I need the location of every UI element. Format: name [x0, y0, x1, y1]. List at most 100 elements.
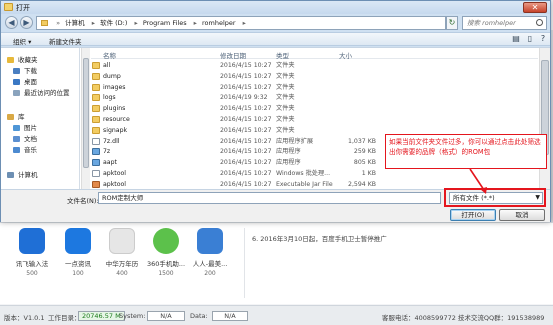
app-tile[interactable]: 讯飞输入法 500: [12, 228, 52, 277]
nav-item-pictures[interactable]: 图片: [13, 122, 37, 132]
file-date: 2016/4/15 10:27: [220, 137, 272, 145]
file-date: 2016/4/15 10:27: [220, 83, 272, 91]
status-bar: 版本：V1.0.1 工作目录： 20746.57 M System: N/A D…: [0, 305, 553, 325]
file-type: Windows 批处理...: [276, 170, 331, 177]
workspace-value: 20746.57 M: [78, 311, 125, 321]
file-name: resource: [103, 116, 130, 123]
file-row[interactable]: resource 2016/4/15 10:27 文件夹: [91, 114, 538, 125]
version-label: 版本：V1.0.1: [4, 314, 45, 322]
scroll-thumb[interactable]: [83, 58, 89, 168]
recent-places-icon: [13, 90, 20, 96]
file-name: signapk: [103, 126, 128, 134]
open-button[interactable]: 打开(O): [450, 209, 496, 221]
nav-item-desktop[interactable]: 桌面: [13, 76, 37, 86]
app-icon: [65, 228, 91, 254]
folder-icon: [41, 20, 48, 26]
help-icon[interactable]: ?: [536, 34, 550, 45]
column-header: 名称 修改日期 类型 大小: [91, 48, 538, 60]
file-date: 2016/4/15 10:27: [220, 116, 272, 123]
organize-menu[interactable]: 组织 ▾: [13, 36, 31, 46]
column-name[interactable]: 名称: [103, 50, 116, 60]
nav-scrollbar[interactable]: [81, 48, 90, 190]
app-name: 一点资讯: [65, 260, 91, 268]
file-row[interactable]: all 2016/4/15 10:27 文件夹: [91, 60, 538, 71]
new-folder-button[interactable]: 新建文件夹: [49, 36, 82, 46]
search-input[interactable]: 搜索 romhelper: [462, 16, 547, 30]
file-type: 文件夹: [276, 105, 295, 113]
star-icon: [7, 57, 14, 63]
chevron-right-icon: »: [56, 19, 61, 27]
dialog-titlebar[interactable]: 打开 ✕: [1, 1, 550, 14]
forward-button[interactable]: ▶: [20, 16, 33, 29]
nav-item-computer[interactable]: 计算机: [7, 169, 38, 179]
address-bar-row: ◀ ▶ » 计算机 ▸ 软件 (D:) ▸ Program Files ▸ ro…: [1, 14, 550, 32]
pictures-icon: [13, 125, 20, 131]
close-button[interactable]: ✕: [523, 2, 547, 13]
file-name: aapt: [103, 159, 117, 167]
breadcrumb-romhelper[interactable]: romhelper: [202, 19, 236, 27]
file-icon: [92, 137, 100, 145]
cancel-button[interactable]: 取消: [499, 209, 545, 221]
app-tile[interactable]: 人人-最美... 200: [190, 228, 230, 277]
back-button[interactable]: ◀: [5, 16, 18, 29]
nav-item-documents[interactable]: 文档: [13, 133, 37, 143]
column-size[interactable]: 大小: [339, 50, 352, 60]
notice-text: 6. 2016年3月10日起，百度手机卫士暂停推广: [252, 235, 387, 243]
breadcrumb-program-files[interactable]: Program Files: [143, 19, 187, 27]
file-row[interactable]: logs 2016/4/19 9:32 文件夹: [91, 92, 538, 103]
app-icon: [19, 228, 45, 254]
system-label: System:: [119, 312, 146, 320]
file-date: 2016/4/15 10:27: [220, 105, 272, 113]
nav-item-music[interactable]: 音乐: [13, 144, 37, 154]
contact-info: 客服电话：4008599772 技术交流QQ群：191538989: [382, 314, 545, 322]
address-bar[interactable]: » 计算机 ▸ 软件 (D:) ▸ Program Files ▸ romhel…: [36, 16, 446, 30]
refresh-icon: ↻: [448, 18, 456, 27]
nav-item-favorites[interactable]: 收藏夹: [7, 54, 38, 64]
file-type: 应用程序: [276, 148, 301, 156]
file-row[interactable]: plugins 2016/4/15 10:27 文件夹: [91, 103, 538, 114]
folder-icon: [92, 94, 100, 102]
file-size: 1 KB: [361, 170, 376, 177]
app-tile[interactable]: 中华万年历 400: [102, 228, 142, 277]
breadcrumb-drive[interactable]: 软件 (D:): [100, 19, 127, 27]
nav-item-libraries[interactable]: 库: [7, 111, 25, 121]
file-type: 应用程序扩展: [276, 137, 314, 145]
file-size: 259 KB: [353, 148, 376, 156]
application-icon: [92, 148, 100, 156]
arrow-right-icon: ▶: [23, 18, 30, 27]
file-name: images: [103, 83, 126, 91]
file-date: 2016/4/15 10:27: [220, 126, 272, 134]
breadcrumb-computer[interactable]: 计算机: [65, 19, 85, 27]
refresh-button[interactable]: ↻: [446, 16, 458, 30]
chevron-right-icon: ▸: [242, 19, 246, 27]
file-row[interactable]: images 2016/4/15 10:27 文件夹: [91, 82, 538, 93]
divider: [244, 228, 245, 298]
file-name: plugins: [103, 105, 126, 113]
nav-item-downloads[interactable]: 下载: [13, 65, 37, 75]
system-value: N/A: [147, 311, 185, 321]
file-name: 7z: [103, 148, 111, 156]
app-tile[interactable]: 360手机助... 1500: [146, 228, 186, 277]
data-value: N/A: [212, 311, 248, 321]
preview-pane-icon[interactable]: ▯: [523, 34, 537, 45]
workspace-label: 工作目录：: [48, 314, 81, 322]
column-type[interactable]: 类型: [276, 50, 289, 60]
app-tile[interactable]: 一点资讯 100: [58, 228, 98, 277]
column-date[interactable]: 修改日期: [220, 50, 246, 60]
folder-icon: [92, 62, 100, 69]
folder-icon: [92, 126, 100, 134]
nav-item-recent[interactable]: 最近访问的位置: [13, 87, 70, 97]
view-options-icon[interactable]: ▤: [509, 34, 523, 45]
documents-icon: [13, 136, 20, 142]
folder-icon: [92, 83, 100, 91]
download-icon: [13, 68, 20, 74]
file-date: 2016/4/15 10:27: [220, 62, 272, 69]
file-date: 2016/4/15 10:27: [220, 170, 272, 177]
filename-input[interactable]: ROM定制大师: [98, 192, 441, 204]
file-type: 文件夹: [276, 126, 295, 134]
file-row[interactable]: apktool 2016/4/15 10:27 Windows 批处理... 1 KB: [91, 168, 538, 179]
toolbar: 组织 ▾ 新建文件夹 ▤ ▯ ?: [1, 32, 550, 46]
file-date: 2016/4/15 10:27: [220, 159, 272, 167]
app-name: 360手机助...: [146, 260, 186, 268]
file-row[interactable]: dump 2016/4/15 10:27 文件夹: [91, 71, 538, 82]
